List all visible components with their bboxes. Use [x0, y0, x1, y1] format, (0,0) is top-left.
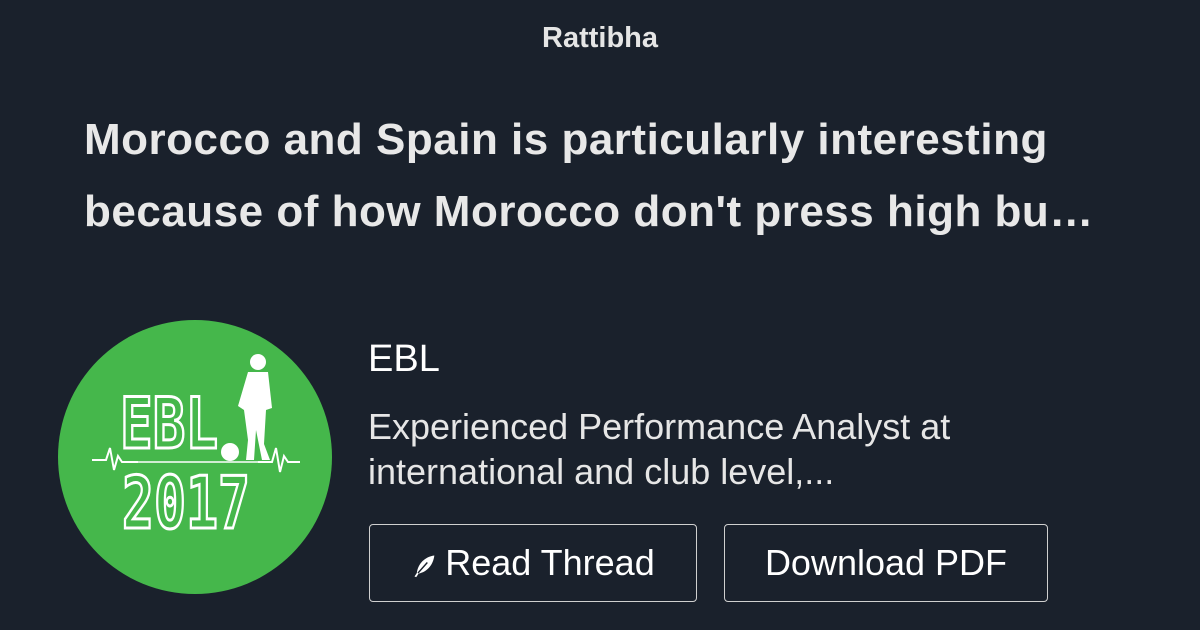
thread-title-line-2: because of how Morocco don't press high …: [84, 187, 1094, 236]
author-bio: Experienced Performance Analyst at inter…: [368, 404, 1128, 494]
download-pdf-label: Download PDF: [764, 542, 1008, 583]
author-name: EBL: [368, 338, 440, 380]
author-bio-line-2: international and club level,...: [368, 451, 835, 492]
thread-title-line-1: Morocco and Spain is particularly intere…: [84, 115, 1048, 164]
download-pdf-button[interactable]: Download PDF: [724, 524, 1048, 602]
feather-icon: [414, 555, 435, 578]
avatar-text-bottom: 2017: [122, 461, 250, 545]
read-thread-label: Read Thread: [445, 542, 655, 583]
read-thread-button[interactable]: Read Thread: [369, 524, 697, 602]
avatar-text-top: EBL: [120, 383, 218, 465]
site-brand: Rattibha: [542, 22, 658, 54]
author-avatar: EBL 2017: [58, 320, 332, 594]
thread-title: Morocco and Spain is particularly intere…: [84, 104, 1164, 248]
author-bio-line-1: Experienced Performance Analyst at: [368, 406, 951, 447]
